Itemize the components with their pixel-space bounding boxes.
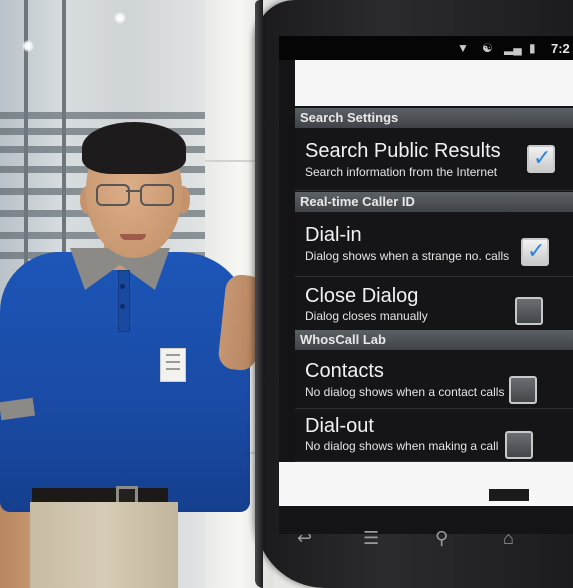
photo-scene: ▼ ☯ ▂▄ ▮ 7:2 Search Settings Search Publ… xyxy=(0,0,573,588)
hair xyxy=(82,122,186,174)
signal-icon: ▂▄ xyxy=(504,41,522,55)
search-icon[interactable]: ⚲ xyxy=(435,528,448,548)
setting-description: Search information from the Internet xyxy=(305,165,498,179)
shirt-button xyxy=(120,304,125,309)
setting-title: Dial-out xyxy=(305,415,374,437)
section-header-whoscall-lab: WhosCall Lab xyxy=(295,330,573,350)
checkbox-contacts[interactable] xyxy=(509,376,537,404)
glasses-lens-left xyxy=(96,184,130,206)
setting-description: Dialog closes manually xyxy=(305,309,428,323)
glasses-bridge xyxy=(126,190,140,192)
checkbox-dial-out[interactable] xyxy=(505,431,533,459)
checkbox-dial-in[interactable]: ✓ xyxy=(521,238,549,266)
setting-row-search-public-results[interactable]: Search Public Results Search information… xyxy=(295,128,573,191)
usb-icon: ☯ xyxy=(482,41,493,55)
section-header-search-settings: Search Settings xyxy=(295,108,573,128)
setting-description: Dialog shows when a strange no. calls xyxy=(305,249,510,263)
setting-description: No dialog shows when making a call xyxy=(305,439,499,453)
setting-description: No dialog shows when a contact calls xyxy=(305,385,505,399)
section-header-caller-id: Real-time Caller ID xyxy=(295,192,573,212)
setting-title: Contacts xyxy=(305,360,384,382)
shirt-placket xyxy=(118,270,130,332)
battery-icon: ▮ xyxy=(529,41,536,55)
name-tag xyxy=(160,348,186,382)
phone-nav-bar: ↩ ☰ ⚲ ⌂ xyxy=(255,514,573,588)
back-icon[interactable]: ↩ xyxy=(297,528,312,548)
setting-title: Close Dialog xyxy=(305,285,419,307)
search-bar[interactable] xyxy=(295,60,573,106)
setting-row-contacts[interactable]: Contacts No dialog shows when a contact … xyxy=(295,350,573,409)
setting-row-close-dialog[interactable]: Close Dialog Dialog closes manually xyxy=(295,277,573,334)
shirt-button xyxy=(120,284,125,289)
status-bar: ▼ ☯ ▂▄ ▮ 7:2 xyxy=(279,36,573,60)
checkmark-icon: ✓ xyxy=(533,145,552,170)
phone-screen: ▼ ☯ ▂▄ ▮ 7:2 Search Settings Search Publ… xyxy=(279,36,573,534)
store-badge-icon[interactable] xyxy=(489,489,529,501)
checkbox-close-dialog[interactable] xyxy=(515,297,543,325)
status-time: 7:2 xyxy=(551,41,570,56)
home-icon[interactable]: ⌂ xyxy=(503,528,514,548)
mute-icon: ▼ xyxy=(457,41,469,55)
khaki-pants xyxy=(30,502,178,588)
setting-row-dial-in[interactable]: Dial-in Dialog shows when a strange no. … xyxy=(295,212,573,277)
setting-row-dial-out[interactable]: Dial-out No dialog shows when making a c… xyxy=(295,409,573,462)
checkmark-icon: ✓ xyxy=(527,238,546,263)
mouth xyxy=(120,234,146,240)
phone-edge-highlight xyxy=(255,0,263,588)
checkbox-search-public-results[interactable]: ✓ xyxy=(527,145,555,173)
setting-title: Search Public Results xyxy=(305,140,501,162)
menu-icon[interactable]: ☰ xyxy=(363,528,379,548)
setting-title: Dial-in xyxy=(305,224,362,246)
glasses-lens-right xyxy=(140,184,174,206)
